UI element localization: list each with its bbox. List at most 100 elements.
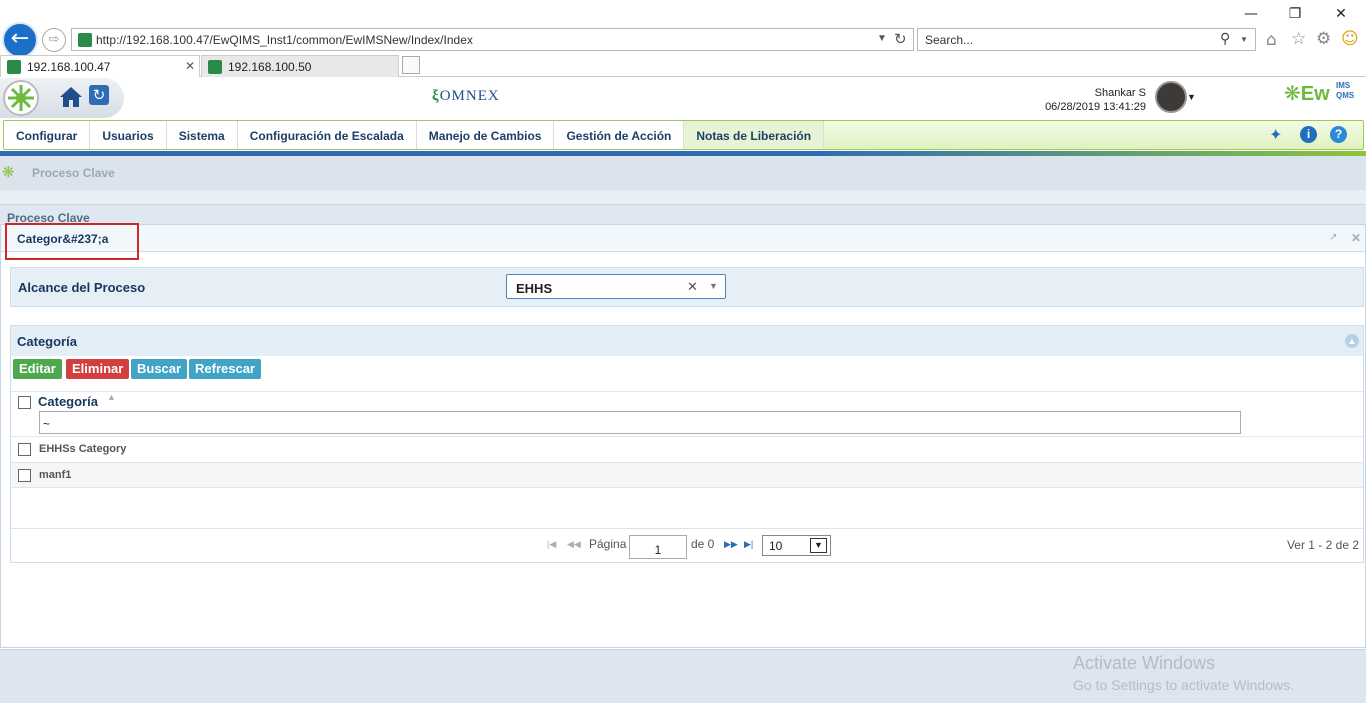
grid-header: Categoría ▲	[11, 326, 1363, 356]
feedback-smiley-icon[interactable]: ☺	[1341, 29, 1359, 49]
highlight-box	[5, 223, 139, 260]
dropdown-arrow-icon[interactable]: ▼	[877, 33, 887, 44]
tab-active[interactable]: 192.168.100.47 ✕	[0, 55, 200, 77]
breadcrumb: ❋ Proceso Clave	[0, 156, 1366, 190]
new-tab-icon[interactable]	[402, 56, 420, 74]
browser-search-field[interactable]: Search... ⚲ ▼	[917, 28, 1256, 51]
chevron-down-icon[interactable]: ▼	[810, 538, 827, 553]
column-header-categoria[interactable]: Categoría	[38, 394, 98, 409]
prev-page-icon[interactable]: ◀◀	[567, 539, 581, 550]
omnex-logo: ξOMNEX	[432, 88, 500, 104]
tab-favicon-icon	[208, 60, 222, 74]
main-nav: Configurar Usuarios Sistema Configuració…	[3, 120, 1364, 150]
ewqms-flower-icon: ❋	[1284, 81, 1301, 105]
settings-gear-icon[interactable]: ⚙	[1316, 29, 1331, 49]
pager: |◀ ◀◀ Página 1 de 0 ▶▶ ▶| 10 ▼ Ver 1 - 2…	[11, 528, 1363, 562]
home-icon[interactable]	[58, 84, 84, 110]
collapse-icon[interactable]: ▲	[1345, 334, 1359, 348]
first-page-icon[interactable]: |◀	[547, 539, 556, 550]
category-panel: Categor&#237;a ↗ ✕ Alcance del Proceso E…	[0, 223, 1366, 648]
nav-item-escalada[interactable]: Configuración de Escalada	[238, 121, 417, 149]
nav-item-notas-liberacion[interactable]: Notas de Liberación	[684, 121, 825, 149]
app-menu-logo-icon[interactable]	[3, 80, 39, 116]
last-page-icon[interactable]: ▶|	[744, 539, 753, 550]
process-scope-select[interactable]: EHHS ✕ ▼	[506, 274, 726, 299]
activation-watermark-title: Activate Windows	[1073, 653, 1216, 673]
next-page-icon[interactable]: ▶▶	[724, 539, 738, 550]
row-checkbox[interactable]	[18, 443, 31, 456]
activation-watermark-subtitle: Go to Settings to activate Windows.	[1073, 677, 1294, 693]
browser-tabs: 192.168.100.47 ✕ 192.168.100.50	[0, 55, 1366, 77]
row-checkbox[interactable]	[18, 469, 31, 482]
delete-button[interactable]: Eliminar	[66, 359, 130, 379]
breadcrumb-home-icon[interactable]: ❋	[2, 163, 15, 181]
back-button[interactable]: ←	[2, 22, 38, 58]
nav-item-gestion-accion[interactable]: Gestión de Acción	[554, 121, 685, 149]
process-scope-label: Alcance del Proceso	[18, 280, 146, 295]
address-bar[interactable]: http://192.168.100.47/EwQIMS_Inst1/commo…	[71, 28, 914, 51]
breadcrumb-item[interactable]: Proceso Clave	[32, 166, 115, 180]
tab-inactive[interactable]: 192.168.100.50	[201, 55, 399, 77]
tab-label: 192.168.100.47	[27, 60, 111, 74]
section-header: Proceso Clave	[0, 204, 1366, 225]
nav-menu: Configurar Usuarios Sistema Configuració…	[4, 121, 825, 149]
page-label: Página	[589, 537, 627, 551]
search-icon[interactable]: ⚲	[1220, 31, 1230, 47]
home-icon[interactable]: ⌂	[1266, 30, 1277, 50]
login-datetime: 06/28/2019 13:41:29	[1045, 101, 1146, 113]
tab-favicon-icon	[7, 60, 21, 74]
row-label: EHHSs Category	[39, 443, 127, 455]
nav-item-usuarios[interactable]: Usuarios	[90, 121, 167, 149]
search-button[interactable]: Buscar	[131, 359, 188, 379]
app-header: ↻ ξOMNEX Shankar S 06/28/2019 13:41:29 ▼…	[0, 78, 1366, 118]
process-scope-filter: Alcance del Proceso EHHS ✕ ▼	[10, 267, 1364, 307]
help-icon[interactable]: ?	[1330, 126, 1347, 143]
pin-icon[interactable]: ✦	[1269, 125, 1282, 144]
category-grid: Categoría ▲ Editar Eliminar Buscar Refre…	[10, 325, 1364, 563]
close-panel-icon[interactable]: ✕	[1351, 231, 1361, 245]
refresh-icon[interactable]: ↻	[894, 30, 907, 48]
search-dropdown-icon[interactable]: ▼	[1240, 35, 1248, 44]
popout-icon[interactable]: ↗	[1329, 232, 1337, 243]
nav-item-manejo-cambios[interactable]: Manejo de Cambios	[417, 121, 555, 149]
favorites-star-icon[interactable]: ☆	[1291, 29, 1306, 49]
omnex-mark-icon: ξ	[432, 88, 440, 104]
clear-selection-icon[interactable]: ✕	[687, 279, 698, 295]
page-size-select[interactable]: 10 ▼	[762, 535, 831, 556]
refresh-button[interactable]: Refrescar	[189, 359, 261, 379]
spacer-strip	[0, 190, 1366, 204]
user-menu-chevron-down-icon[interactable]: ▼	[1187, 92, 1196, 102]
minimize-icon[interactable]: —	[1236, 4, 1266, 24]
divider	[11, 391, 1363, 392]
chevron-down-icon[interactable]: ▼	[709, 281, 718, 291]
sort-asc-icon[interactable]: ▲	[107, 392, 116, 402]
search-placeholder: Search...	[925, 33, 974, 47]
record-summary: Ver 1 - 2 de 2	[1286, 538, 1359, 552]
restore-icon[interactable]: ❐	[1280, 4, 1310, 24]
table-row[interactable]: manf1	[11, 462, 1363, 488]
forward-button[interactable]: ⇨	[42, 28, 66, 52]
nav-item-sistema[interactable]: Sistema	[167, 121, 238, 149]
selected-value: EHHS	[516, 281, 553, 296]
tab-close-icon[interactable]: ✕	[185, 59, 195, 73]
user-name: Shankar S	[1094, 87, 1146, 99]
ewqms-logo: ❋Ew IMS QMS	[1284, 81, 1355, 105]
site-favicon-icon	[78, 33, 92, 47]
table-row[interactable]: EHHSs Category	[11, 437, 1363, 462]
close-window-icon[interactable]: ✕	[1326, 4, 1356, 24]
column-filter-input[interactable]: ~	[39, 411, 1241, 434]
row-label: manf1	[39, 469, 72, 481]
panel-header: Categor&#237;a ↗ ✕	[1, 225, 1365, 252]
page-count-label: de 0	[691, 537, 715, 551]
nav-item-configurar[interactable]: Configurar	[4, 121, 91, 149]
column-filter-value: ~	[43, 417, 51, 431]
info-icon[interactable]: i	[1300, 126, 1317, 143]
edit-button[interactable]: Editar	[13, 359, 62, 379]
page-number-input[interactable]: 1	[629, 535, 687, 559]
url-text: http://192.168.100.47/EwQIMS_Inst1/commo…	[96, 33, 473, 47]
tab-label: 192.168.100.50	[228, 60, 312, 74]
user-avatar[interactable]	[1155, 81, 1187, 113]
refresh-icon[interactable]: ↻	[89, 85, 109, 105]
grid-title: Categoría	[17, 334, 77, 349]
select-all-checkbox[interactable]	[18, 396, 31, 409]
